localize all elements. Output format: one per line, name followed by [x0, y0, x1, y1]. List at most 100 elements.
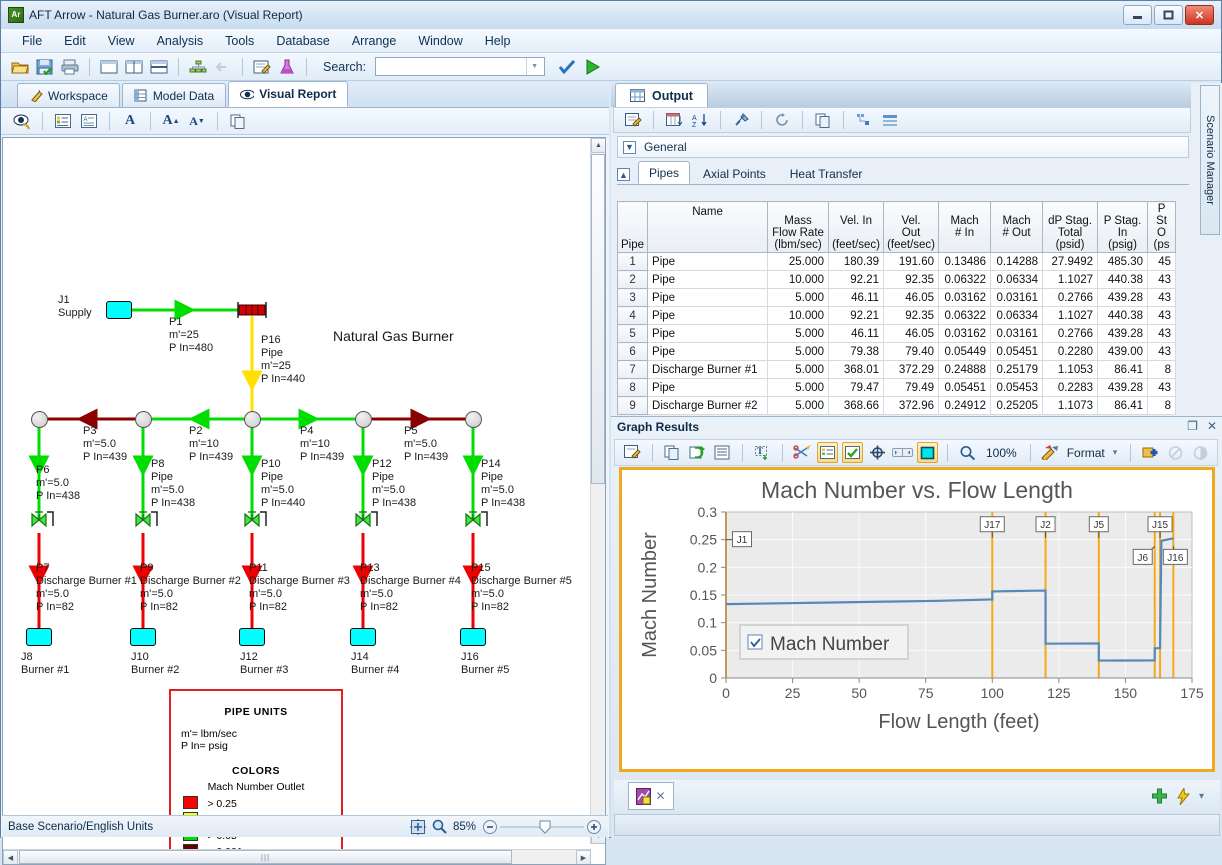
minimize-button[interactable] [1123, 5, 1152, 25]
menu-view[interactable]: View [97, 31, 146, 51]
cell-name[interactable]: Pipe [648, 253, 768, 271]
apply-check-icon[interactable] [556, 56, 578, 78]
add-icon[interactable] [1140, 442, 1161, 463]
cell-value[interactable]: 43 [1148, 271, 1176, 289]
col-mach-out[interactable]: Mach # Out [991, 202, 1043, 253]
cell-value[interactable]: 485.30 [1098, 253, 1148, 271]
row-number[interactable]: 6 [618, 343, 648, 361]
table-row[interactable]: 1Pipe25.000180.39191.600.134860.1428827.… [618, 253, 1176, 271]
check-icon[interactable] [842, 442, 863, 463]
bolt-icon[interactable] [1176, 788, 1191, 805]
magnifier-icon[interactable] [432, 819, 447, 834]
zoom-out-button[interactable] [482, 819, 498, 835]
edit-icon[interactable] [622, 109, 644, 131]
col-p-stag-out[interactable]: P St O (ps [1148, 202, 1176, 253]
cell-value[interactable]: 5.000 [768, 361, 829, 379]
junction-J16[interactable] [460, 628, 486, 646]
general-section-header[interactable]: ▼ General [617, 136, 1189, 158]
format-pencil-icon[interactable] [1040, 442, 1061, 463]
cell-value[interactable]: 1.1053 [1043, 361, 1098, 379]
row-number[interactable]: 3 [618, 289, 648, 307]
cell-name[interactable]: Pipe [648, 379, 768, 397]
search-box[interactable]: ▼ [375, 57, 545, 76]
cell-value[interactable]: 92.35 [884, 307, 939, 325]
legend-checkbox[interactable] [748, 635, 762, 649]
vertical-scroll-thumb[interactable] [591, 154, 605, 484]
cell-value[interactable]: 0.03162 [939, 325, 991, 343]
cell-value[interactable]: 439.00 [1098, 343, 1148, 361]
cell-value[interactable]: 0.03161 [991, 289, 1043, 307]
font-grow-icon[interactable]: A▲ [160, 110, 182, 132]
copy-icon[interactable] [227, 110, 249, 132]
cell-value[interactable]: 180.39 [829, 253, 884, 271]
diagram-area[interactable]: J1 Supply Natural Gas Burner P1 m'=25 P … [3, 138, 591, 844]
pane-vertical-icon[interactable] [123, 56, 145, 78]
subtabs-collapse-icon[interactable]: ▲ [617, 168, 630, 181]
menu-edit[interactable]: Edit [53, 31, 97, 51]
cell-name[interactable]: Pipe [648, 325, 768, 343]
cell-value[interactable]: 0.2283 [1043, 379, 1098, 397]
slider-icon[interactable] [892, 442, 913, 463]
junction-J14[interactable] [350, 628, 376, 646]
format-label[interactable]: Format [1067, 446, 1105, 460]
cell-value[interactable]: 43 [1148, 343, 1176, 361]
menu-window[interactable]: Window [407, 31, 473, 51]
cell-value[interactable]: 0.06322 [939, 307, 991, 325]
copy-icon[interactable] [662, 442, 683, 463]
cell-value[interactable]: 0.06322 [939, 271, 991, 289]
cell-value[interactable]: 79.40 [884, 343, 939, 361]
subtab-heat-transfer[interactable]: Heat Transfer [779, 163, 874, 184]
table-row[interactable]: 4Pipe10.00092.2192.350.063220.063341.102… [618, 307, 1176, 325]
cell-value[interactable]: 0.24912 [939, 397, 991, 415]
cell-value[interactable]: 368.01 [829, 361, 884, 379]
cell-value[interactable]: 0.05453 [991, 379, 1043, 397]
pane-single-icon[interactable] [98, 56, 120, 78]
crosshair-icon[interactable] [867, 442, 888, 463]
cell-value[interactable]: 43 [1148, 307, 1176, 325]
junction-branch-5[interactable] [465, 411, 482, 428]
cell-value[interactable]: 0.2280 [1043, 343, 1098, 361]
cell-value[interactable]: 439.28 [1098, 289, 1148, 307]
junction-branch-1[interactable] [31, 411, 48, 428]
canvas-horizontal-scrollbar[interactable]: ◀ ||| ▶ [3, 849, 591, 864]
cell-value[interactable]: 46.11 [829, 325, 884, 343]
scenario-manager-tab[interactable]: Scenario Manager [1200, 85, 1220, 235]
col-vel-out[interactable]: Vel. Out (feet/sec) [884, 202, 939, 253]
cell-value[interactable]: 5.000 [768, 379, 829, 397]
graph-dropdown-caret-icon[interactable]: ▾ [1199, 791, 1204, 802]
cell-value[interactable]: 0.25179 [991, 361, 1043, 379]
cell-value[interactable]: 439.28 [1098, 379, 1148, 397]
menu-file[interactable]: File [11, 31, 53, 51]
edit-icon[interactable] [622, 442, 643, 463]
cell-value[interactable]: 45 [1148, 253, 1176, 271]
maximize-button[interactable] [1154, 5, 1183, 25]
cell-value[interactable]: 0.25205 [991, 397, 1043, 415]
cell-value[interactable]: 46.05 [884, 325, 939, 343]
col-name[interactable]: Name [648, 202, 768, 253]
cell-value[interactable]: 43 [1148, 325, 1176, 343]
junction-branch-3[interactable] [244, 411, 261, 428]
tab-visual-report[interactable]: Visual Report [228, 81, 348, 107]
col-p-stag-in[interactable]: P Stag. In (psig) [1098, 202, 1148, 253]
row-number[interactable]: 2 [618, 271, 648, 289]
chart-legend[interactable]: Mach Number [740, 625, 908, 659]
cell-value[interactable]: 46.05 [884, 289, 939, 307]
cell-value[interactable]: 5.000 [768, 289, 829, 307]
cell-value[interactable]: 5.000 [768, 325, 829, 343]
junction-J1[interactable] [106, 301, 132, 319]
row-number[interactable]: 5 [618, 325, 648, 343]
cell-value[interactable]: 10.000 [768, 271, 829, 289]
table-row[interactable]: 6Pipe5.00079.3879.400.054490.054510.2280… [618, 343, 1176, 361]
junction-J8[interactable] [26, 628, 52, 646]
table-row[interactable]: 7Discharge Burner #15.000368.01372.290.2… [618, 361, 1176, 379]
cell-name[interactable]: Pipe [648, 271, 768, 289]
pin-icon[interactable] [730, 109, 752, 131]
cell-value[interactable]: 0.24888 [939, 361, 991, 379]
sort-grid-icon[interactable] [663, 109, 685, 131]
list-icon[interactable] [52, 110, 74, 132]
graph-tab[interactable]: ✕ [628, 782, 674, 810]
chevron-down-icon[interactable]: ▼ [526, 58, 542, 75]
junction-J12[interactable] [239, 628, 265, 646]
cell-name[interactable]: Pipe [648, 289, 768, 307]
cell-value[interactable]: 25.000 [768, 253, 829, 271]
